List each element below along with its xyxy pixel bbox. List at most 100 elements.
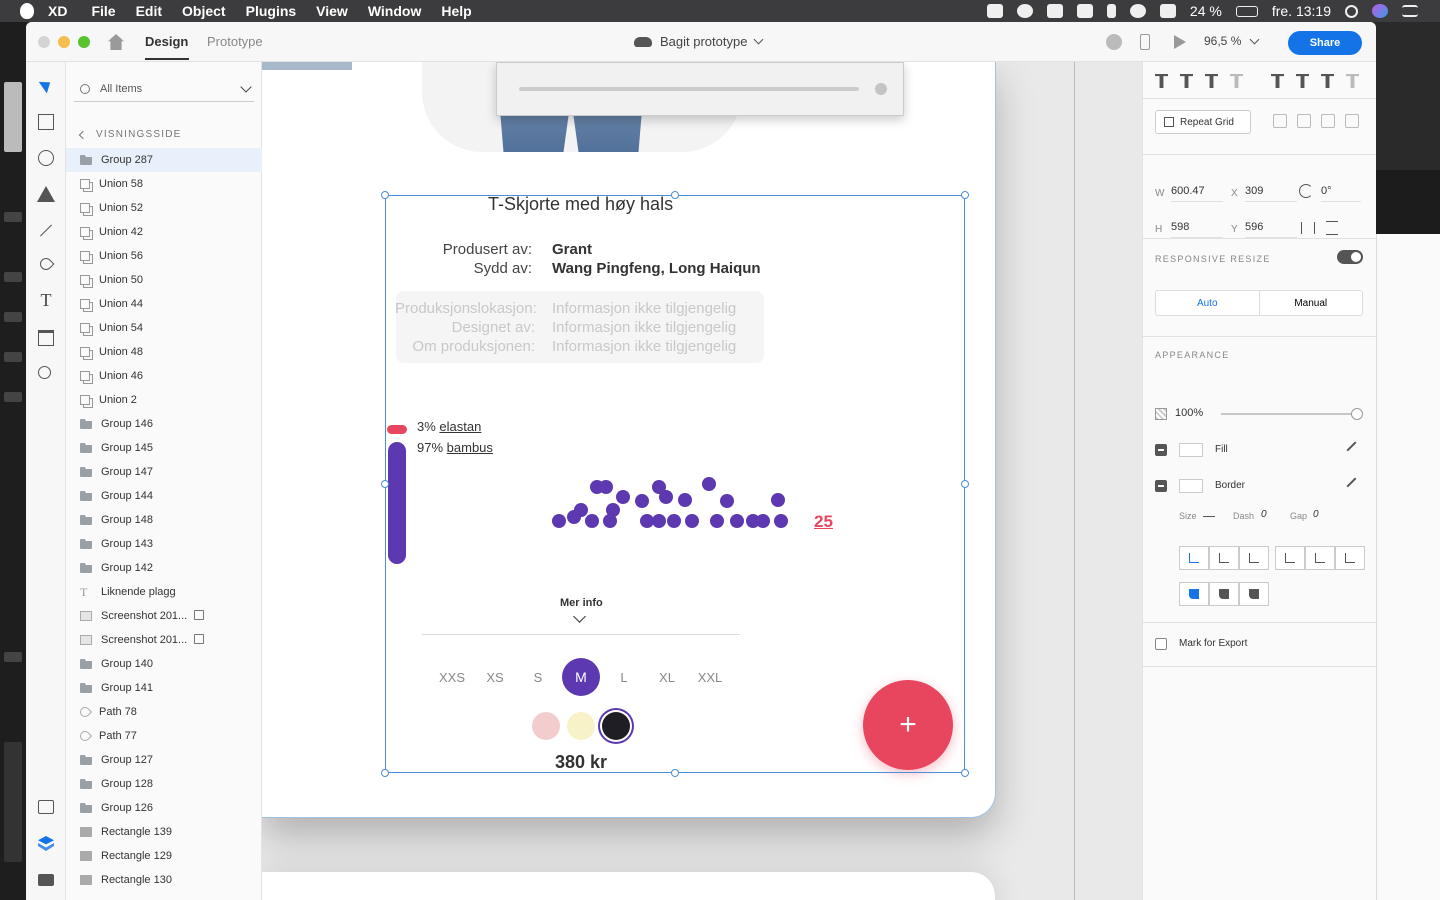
layer-item[interactable]: Union 52 (66, 196, 262, 220)
resize-handle[interactable] (381, 769, 389, 777)
layer-item[interactable]: Group 126 (66, 796, 262, 820)
y-field[interactable]: 596 (1245, 221, 1297, 238)
tab-design[interactable]: Design (145, 34, 190, 60)
layer-item[interactable]: Union 46 (66, 364, 262, 388)
sync-icon[interactable] (1016, 4, 1033, 18)
eyedropper-icon[interactable] (1346, 477, 1364, 495)
modal-overlay[interactable] (496, 62, 904, 116)
layer-item[interactable]: Union 44 (66, 292, 262, 316)
notification-center-icon[interactable] (1402, 5, 1418, 17)
align-top-icon[interactable] (1155, 74, 1168, 88)
repeat-grid-button[interactable]: Repeat Grid (1155, 110, 1251, 134)
artboard-next[interactable] (262, 872, 995, 900)
menu-plugins[interactable]: Plugins (246, 3, 297, 19)
align-middle-icon[interactable] (1180, 74, 1193, 88)
layer-item[interactable]: Union 56 (66, 244, 262, 268)
exclude-icon[interactable] (1345, 114, 1359, 128)
layer-item[interactable]: Group 141 (66, 676, 262, 700)
play-icon[interactable] (1174, 35, 1186, 49)
slider-handle[interactable] (1351, 408, 1363, 420)
wifi-icon[interactable] (1129, 4, 1146, 18)
toolbox-icon[interactable] (1046, 4, 1063, 18)
apple-icon[interactable] (20, 3, 34, 19)
border-checkbox[interactable] (1155, 480, 1167, 492)
stroke-inner-icon[interactable] (1179, 546, 1209, 570)
resize-handle[interactable] (961, 191, 969, 199)
fill-swatch[interactable] (1179, 443, 1203, 457)
menu-edit[interactable]: Edit (136, 3, 162, 19)
airplay-icon[interactable] (1159, 4, 1176, 18)
document-title[interactable]: Bagit prototype (634, 34, 764, 49)
menu-object[interactable]: Object (182, 3, 226, 19)
intersect-icon[interactable] (1321, 114, 1335, 128)
minimize-window-button[interactable] (58, 36, 70, 48)
layer-item[interactable]: Rectangle 129 (66, 844, 262, 868)
menu-view[interactable]: View (316, 3, 348, 19)
user-icon[interactable] (1106, 34, 1122, 50)
artboard-visningsside[interactable]: T-Skjorte med høy hals Produsert av: Gra… (262, 62, 995, 817)
selection-bounding-box[interactable] (385, 195, 965, 773)
layer-item[interactable]: Group 127 (66, 748, 262, 772)
opacity-field[interactable]: 100% (1175, 407, 1203, 419)
height-field[interactable]: 598 (1171, 221, 1223, 238)
layer-item[interactable]: Group 148 (66, 508, 262, 532)
artboard-tool-icon[interactable] (38, 330, 54, 346)
layer-item[interactable]: Path 77 (66, 724, 262, 748)
layer-item[interactable]: Group 145 (66, 436, 262, 460)
spotlight-icon[interactable] (1345, 4, 1358, 18)
join-bevel-icon[interactable] (1335, 546, 1365, 570)
ellipse-tool-icon[interactable] (38, 150, 54, 166)
distribute-vertical-icon[interactable] (1230, 74, 1243, 88)
distribute-horizontal-icon[interactable] (1346, 74, 1359, 88)
assets-icon[interactable] (38, 800, 54, 814)
resize-auto-option[interactable]: Auto (1156, 291, 1260, 315)
close-window-button[interactable] (38, 36, 50, 48)
add-icon[interactable] (1273, 114, 1287, 128)
layer-item[interactable]: Group 144 (66, 484, 262, 508)
select-tool-icon[interactable] (38, 76, 55, 94)
rotation-field[interactable]: 0° (1321, 185, 1361, 202)
layer-item[interactable]: Union 2 (66, 388, 262, 412)
device-preview-icon[interactable] (1140, 34, 1150, 50)
stroke-center-icon[interactable] (1239, 546, 1269, 570)
layer-item[interactable]: Group 128 (66, 772, 262, 796)
menu-help[interactable]: Help (441, 3, 471, 19)
flip-horizontal-icon[interactable] (1301, 222, 1315, 234)
border-size-field[interactable] (1203, 511, 1215, 517)
siri-icon[interactable] (1372, 4, 1388, 18)
canvas[interactable]: T-Skjorte med høy hals Produsert av: Gra… (262, 62, 1142, 900)
width-field[interactable]: 600.47 (1171, 185, 1223, 202)
external-link-icon[interactable] (194, 610, 204, 620)
layer-item[interactable]: Screenshot 201... (66, 604, 262, 628)
zoom-control[interactable]: 96,5 % (1204, 34, 1260, 48)
resize-handle[interactable] (671, 769, 679, 777)
layer-item[interactable]: Union 42 (66, 220, 262, 244)
align-left-icon[interactable] (1271, 74, 1284, 88)
stroke-outer-icon[interactable] (1209, 546, 1239, 570)
align-bottom-icon[interactable] (1205, 74, 1218, 88)
resize-handle[interactable] (381, 191, 389, 199)
bluetooth-icon[interactable] (1106, 4, 1116, 18)
resize-handle[interactable] (961, 769, 969, 777)
battery-icon[interactable] (1235, 5, 1258, 17)
x-field[interactable]: 309 (1245, 185, 1297, 202)
join-miter-icon[interactable] (1275, 546, 1305, 570)
layer-item[interactable]: Group 146 (66, 412, 262, 436)
image-thumbnail[interactable] (262, 62, 352, 70)
cap-round-icon[interactable] (1209, 582, 1239, 606)
layer-item[interactable]: Rectangle 130 (66, 868, 262, 892)
responsive-resize-toggle[interactable] (1337, 250, 1363, 264)
cap-square-icon[interactable] (1239, 582, 1269, 606)
layer-item[interactable]: Screenshot 201... (66, 628, 262, 652)
breadcrumb[interactable]: VISNINGSSIDE (78, 129, 182, 140)
plugins-icon[interactable] (38, 874, 54, 886)
external-link-icon[interactable] (194, 634, 204, 644)
opacity-slider[interactable] (1221, 408, 1363, 420)
layer-item[interactable]: Group 142 (66, 556, 262, 580)
layer-item[interactable]: Union 48 (66, 340, 262, 364)
export-checkbox[interactable] (1155, 638, 1167, 650)
line-tool-icon[interactable] (39, 224, 53, 237)
rectangle-tool-icon[interactable] (38, 114, 54, 130)
flip-vertical-icon[interactable] (1326, 221, 1338, 235)
menu-file[interactable]: File (91, 3, 115, 19)
